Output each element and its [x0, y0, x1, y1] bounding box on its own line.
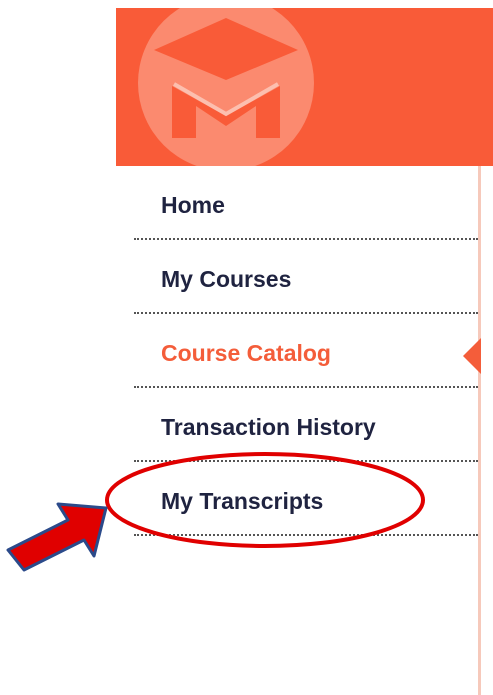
highlight-ellipse: [105, 452, 425, 548]
nav-item-label: My Courses: [161, 266, 292, 292]
nav-item-label: Transaction History: [161, 414, 376, 440]
content-panel-edge: [478, 166, 493, 695]
site-header: N: [116, 8, 493, 166]
nav-item-label: Home: [161, 192, 225, 218]
nav-item-label: Course Catalog: [161, 340, 331, 366]
nav-item-my-courses[interactable]: My Courses: [134, 240, 478, 314]
callout-arrow-icon: [6, 502, 108, 572]
active-indicator-icon: [463, 338, 481, 374]
nav-item-home[interactable]: Home: [134, 166, 478, 240]
nav-item-course-catalog[interactable]: Course Catalog: [134, 314, 478, 388]
logo-icon[interactable]: [134, 8, 344, 166]
